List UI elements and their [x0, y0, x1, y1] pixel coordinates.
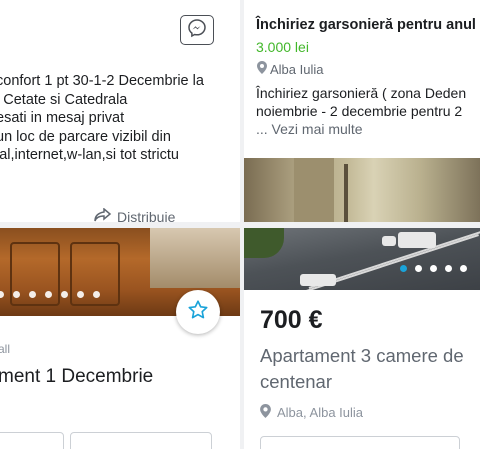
photo-detail: [300, 274, 336, 286]
share-icon: [94, 207, 112, 222]
photo-detail: [344, 164, 348, 222]
action-chip[interactable]: [70, 432, 212, 449]
carousel-dot[interactable]: [13, 291, 20, 298]
listing-title[interactable]: ment 1 Decembrie: [0, 366, 153, 388]
photo-detail: [244, 228, 284, 258]
carousel-dot[interactable]: [415, 265, 422, 272]
listing-card-4[interactable]: 700 € Apartament 3 camere de centenar Al…: [244, 228, 480, 449]
listing-card-1[interactable]: confort 1 pt 30-1-2 Decembrie la l Cetat…: [0, 0, 240, 222]
location-pin-icon: [260, 404, 271, 421]
listing-description: confort 1 pt 30-1-2 Decembrie la l Cetat…: [0, 73, 204, 163]
carousel-dot[interactable]: [445, 265, 452, 272]
carousel-dot[interactable]: [0, 291, 4, 298]
listing-price: 700 €: [260, 306, 323, 334]
share-button[interactable]: Distribuie: [94, 207, 176, 223]
listing-photo[interactable]: [244, 228, 480, 290]
carousel-dot[interactable]: [460, 265, 467, 272]
listing-title[interactable]: Apartament 3 camere de centenar: [260, 343, 464, 395]
listing-location: Alba Iulia: [257, 61, 323, 77]
listing-description: Închiriez garsonieră ( zona Deden noiemb…: [256, 85, 467, 119]
listing-title[interactable]: Închiriez garsonieră pentru anul c: [256, 17, 480, 33]
star-icon: [187, 299, 209, 326]
location-text: Alba Iulia: [270, 61, 324, 77]
carousel-dot[interactable]: [93, 291, 100, 298]
message-button[interactable]: [180, 15, 214, 45]
carousel-dot[interactable]: [430, 265, 437, 272]
photo-detail: [294, 158, 334, 222]
see-more-link[interactable]: ... Vezi mai multe: [256, 121, 363, 137]
listing-price: 3.000 lei: [256, 39, 309, 55]
listing-card-3[interactable]: all ment 1 Decembrie: [0, 228, 240, 449]
photo-detail: [150, 228, 240, 288]
messenger-icon: [187, 18, 207, 43]
location-text: Alba, Alba Iulia: [277, 405, 364, 420]
photo-carousel-dots[interactable]: [400, 265, 467, 272]
action-chip[interactable]: [0, 432, 64, 449]
photo-detail: [398, 232, 436, 248]
carousel-dot[interactable]: [29, 291, 36, 298]
photo-carousel-dots[interactable]: [0, 291, 100, 298]
carousel-dot-active[interactable]: [400, 265, 407, 272]
carousel-dot[interactable]: [45, 291, 52, 298]
listing-card-2[interactable]: Închiriez garsonieră pentru anul c 3.000…: [244, 0, 480, 222]
share-label: Distribuie: [117, 208, 176, 223]
save-button[interactable]: [176, 290, 220, 334]
location-pin-icon: [257, 61, 267, 77]
listing-location: Alba, Alba Iulia: [260, 404, 363, 421]
action-button[interactable]: [260, 436, 460, 449]
photo-detail: [382, 236, 396, 246]
listing-category: all: [0, 342, 11, 356]
listing-photo[interactable]: [244, 158, 480, 222]
carousel-dot[interactable]: [77, 291, 84, 298]
carousel-dot[interactable]: [61, 291, 68, 298]
